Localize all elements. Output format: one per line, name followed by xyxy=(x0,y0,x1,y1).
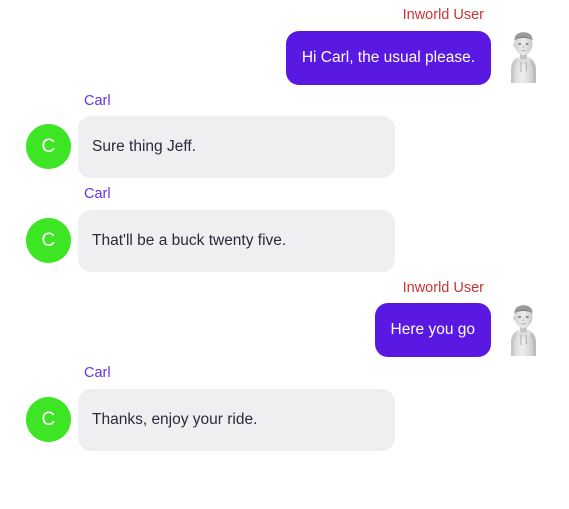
message-bubble-agent[interactable]: Sure thing Jeff. xyxy=(78,116,395,178)
chat-message-agent: C Carl Sure thing Jeff. xyxy=(0,92,569,179)
speaker-name-user: Inworld User xyxy=(402,279,484,296)
message-column: Inworld User Here you go xyxy=(374,279,491,357)
message-bubble-agent[interactable]: Thanks, enjoy your ride. xyxy=(78,388,395,451)
agent-avatar-initial: C xyxy=(26,217,71,263)
agent-avatar-initial: C xyxy=(26,396,71,442)
user-avatar-icon xyxy=(511,32,536,83)
chat-message-agent: C Carl That'll be a buck twenty five. xyxy=(0,187,569,272)
avatar-slot-agent: C xyxy=(26,366,78,451)
message-bubble-agent[interactable]: That'll be a buck twenty five. xyxy=(78,209,395,272)
speaker-name-agent: Carl xyxy=(84,92,111,109)
avatar-slot-user xyxy=(491,8,555,83)
user-avatar-icon xyxy=(511,304,536,356)
speaker-name-user: Inworld User xyxy=(402,7,484,23)
chat-message-agent: C Carl Thanks, enjoy your ride. xyxy=(0,366,569,451)
chat-message-user: Inworld User Here you go xyxy=(0,279,569,357)
message-column: Carl Sure thing Jeff. xyxy=(78,92,569,178)
chat-message-user: Inworld User Hi Carl, the usual please. xyxy=(0,8,569,85)
speaker-name-agent: Carl xyxy=(84,186,111,202)
avatar-slot-user xyxy=(491,281,555,356)
message-bubble-user[interactable]: Here you go xyxy=(374,303,491,357)
agent-avatar-initial: C xyxy=(26,124,71,170)
message-column: Carl That'll be a buck twenty five. xyxy=(78,187,569,272)
message-bubble-user[interactable]: Hi Carl, the usual please. xyxy=(285,30,491,85)
avatar-slot-agent: C xyxy=(26,187,78,272)
chat-transcript: Inworld User Hi Carl, the usual please. xyxy=(0,8,569,509)
speaker-name-agent: Carl xyxy=(84,365,111,381)
avatar-slot-agent: C xyxy=(26,94,78,179)
message-column: Carl Thanks, enjoy your ride. xyxy=(78,366,569,451)
message-column: Inworld User Hi Carl, the usual please. xyxy=(285,7,491,85)
